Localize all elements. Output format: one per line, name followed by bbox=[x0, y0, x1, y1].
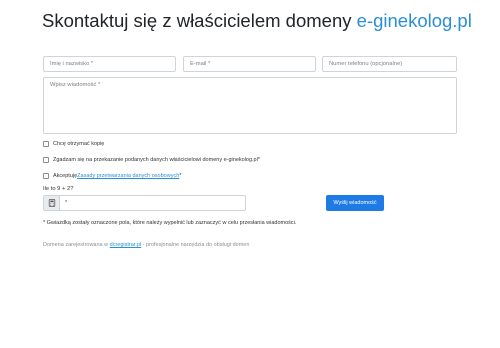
copy-checkbox[interactable] bbox=[43, 141, 49, 147]
registrar-link[interactable]: dcregistrar.pl bbox=[110, 242, 142, 248]
phone-field[interactable]: Numer telefonu (opcjonalne) bbox=[322, 56, 457, 72]
consent-label: Zgadzam się na przekazanie podanych dany… bbox=[53, 157, 260, 163]
privacy-prefix: Akceptuję bbox=[53, 173, 78, 179]
calculator-icon bbox=[44, 196, 60, 210]
footer: Domena zarejestrowana w dcregistrar.pl -… bbox=[43, 242, 249, 248]
privacy-policy-link[interactable]: Zasady przetwarzania danych osobowych bbox=[77, 173, 179, 179]
copy-checkbox-row[interactable]: Chcę otrzymać kopię bbox=[43, 141, 104, 147]
name-placeholder: Imię i nazwisko * bbox=[50, 61, 94, 67]
phone-placeholder: Numer telefonu (opcjonalne) bbox=[329, 61, 403, 67]
message-textarea[interactable]: Wpisz wiadomość * bbox=[43, 77, 457, 134]
name-field[interactable]: Imię i nazwisko * bbox=[43, 56, 176, 72]
required-note: * Gwiazdką zostały oznaczone pola, które… bbox=[43, 220, 297, 226]
message-placeholder: Wpisz wiadomość * bbox=[50, 82, 101, 88]
captcha-question: Ile to 9 + 2? bbox=[43, 186, 74, 192]
title-prefix: Skontaktuj się z właścicielem domeny bbox=[42, 10, 357, 31]
title-domain: e-ginekolog.pl bbox=[356, 10, 472, 31]
submit-button[interactable]: Wyślij wiadomość bbox=[326, 195, 384, 211]
footer-prefix: Domena zarejestrowana w bbox=[43, 242, 110, 248]
captcha-placeholder: * bbox=[65, 200, 68, 206]
page-title: Skontaktuj się z właścicielem domeny e-g… bbox=[42, 10, 472, 32]
email-placeholder: E-mail * bbox=[190, 61, 211, 67]
email-field[interactable]: E-mail * bbox=[183, 56, 316, 72]
consent-checkbox[interactable] bbox=[43, 157, 49, 163]
privacy-suffix: * bbox=[179, 173, 182, 179]
privacy-checkbox-row[interactable]: Akceptuję Zasady przetwarzania danych os… bbox=[43, 173, 181, 179]
consent-checkbox-row[interactable]: Zgadzam się na przekazanie podanych dany… bbox=[43, 157, 260, 163]
footer-suffix: - profesjonalne narzędzia do obsługi dom… bbox=[141, 242, 250, 248]
copy-label: Chcę otrzymać kopię bbox=[53, 141, 105, 147]
privacy-checkbox[interactable] bbox=[43, 173, 49, 179]
captcha-field[interactable]: * bbox=[43, 195, 246, 211]
